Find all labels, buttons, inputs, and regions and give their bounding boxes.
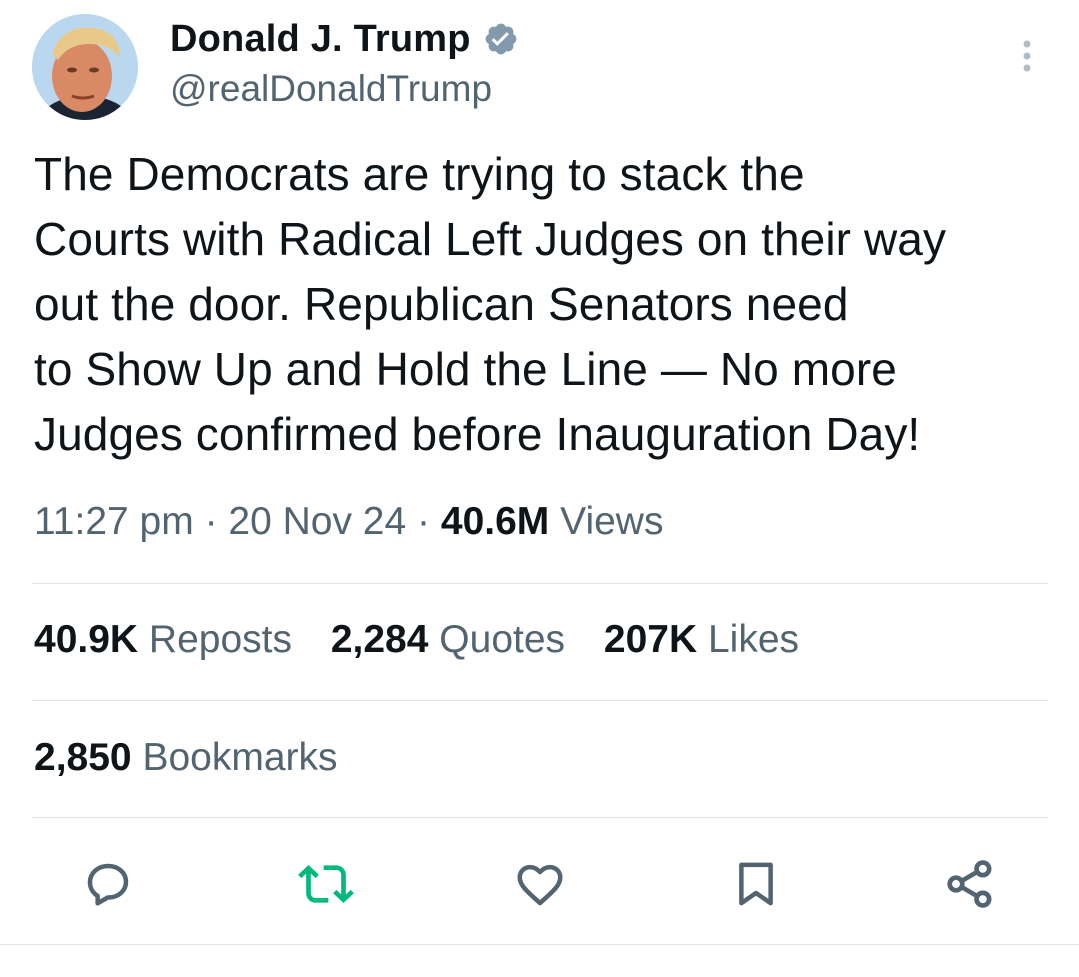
bookmark-icon [739,862,773,906]
meta-separator: · [204,500,218,543]
share-button[interactable] [940,854,1000,914]
divider [0,944,1079,945]
likes-stat[interactable]: 207K Likes [604,618,799,661]
author-display-name[interactable]: Donald J. Trump [170,18,471,61]
reposts-stat[interactable]: 40.9K Reposts [34,618,303,661]
bookmark-button[interactable] [726,854,786,914]
tweet-date[interactable]: 20 Nov 24 [228,500,406,543]
reply-button[interactable] [78,854,138,914]
tweet-time[interactable]: 11:27 pm [34,500,194,543]
bookmarks-count: 2,850 [34,736,132,779]
bookmarks-label: Bookmarks [142,736,338,779]
verified-badge-icon[interactable] [483,21,519,57]
reposts-label: Reposts [148,618,292,661]
author-name-row: Donald J. Trump [170,14,519,64]
views-label: Views [560,500,664,543]
tweet-header: Donald J. Trump @realDonaldTrump [0,0,1079,130]
avatar-image [32,14,138,120]
tweet-meta: 11:27 pm · 20 Nov 24 · 40.6M Views [34,500,663,544]
share-icon [947,860,992,908]
heart-icon [517,864,563,906]
like-button[interactable] [510,854,570,914]
more-options-icon[interactable] [1010,38,1044,78]
meta-separator: · [417,500,431,543]
likes-label: Likes [707,618,800,661]
repost-button[interactable] [296,854,356,914]
reply-icon [87,863,129,906]
action-bar [0,830,1079,940]
divider [32,817,1048,818]
tweet-card: Donald J. Trump @realDonaldTrump The Dem… [0,0,1079,977]
bookmarks-stat[interactable]: 2,850 Bookmarks [34,736,338,780]
reposts-count: 40.9K [34,618,139,661]
engagement-stats: 40.9K Reposts 2,284 Quotes 207K Likes [34,618,827,662]
repost-icon [298,865,354,903]
author-info: Donald J. Trump @realDonaldTrump [170,14,519,110]
divider [32,700,1048,701]
quotes-count: 2,284 [330,618,429,661]
quotes-label: Quotes [439,618,566,661]
author-handle[interactable]: @realDonaldTrump [170,68,519,110]
likes-count: 207K [603,618,698,661]
avatar[interactable] [32,14,138,120]
quotes-stat[interactable]: 2,284 Quotes [331,618,576,661]
views-count: 40.6M [440,500,550,543]
divider [32,583,1048,584]
tweet-text: The Democrats are trying to stack the Co… [34,148,947,460]
